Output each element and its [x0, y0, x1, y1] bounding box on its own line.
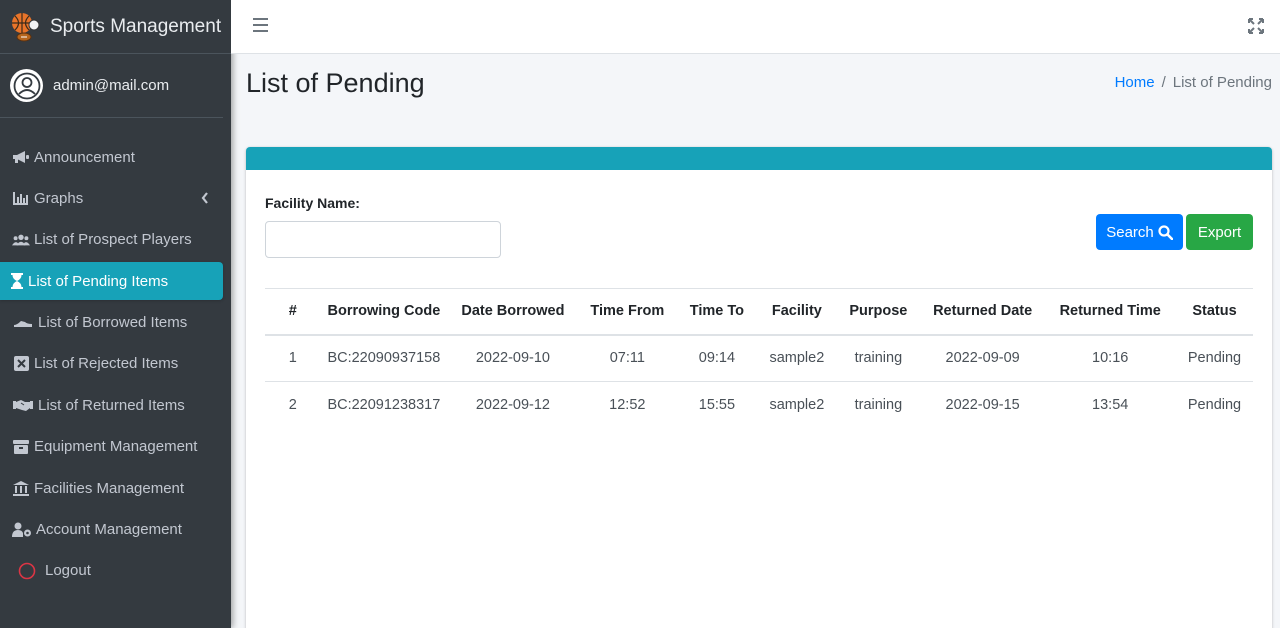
table-cell: 2022-09-09	[920, 334, 1045, 382]
column-header[interactable]: #	[265, 288, 321, 336]
sidebar-item-label: Logout	[45, 562, 91, 580]
table-cell: 1	[265, 334, 321, 382]
table-cell: 15:55	[698, 397, 736, 414]
sidebar-item-label: Equipment Management	[34, 438, 198, 456]
sidebar-item-prospect-players[interactable]: List of Prospect Players	[0, 221, 223, 259]
user-email: admin@mail.com	[53, 77, 170, 94]
table-cell: Pending	[1187, 397, 1242, 414]
column-header[interactable]: Returned Time	[1044, 288, 1176, 336]
sidebar-item-label: Announcement	[34, 148, 135, 166]
table-cell: 2	[288, 397, 297, 414]
facility-name-label: Facility Name:	[265, 195, 360, 211]
hourglass-icon	[10, 273, 24, 290]
sidebar-item-account-management[interactable]: Account Management	[0, 511, 223, 549]
breadcrumb-current: List of Pending	[1172, 74, 1272, 91]
column-header[interactable]: Status	[1176, 288, 1253, 336]
table-cell: training	[835, 334, 921, 382]
sidebar-item-graphs[interactable]: Graphs	[0, 179, 223, 217]
megaphone-icon	[12, 149, 30, 165]
table-cell: 12:52	[609, 397, 646, 414]
x-square-icon	[12, 356, 30, 372]
box-icon	[12, 439, 30, 455]
pending-items-card: Facility Name: Search Export # Borrowing…	[246, 147, 1272, 628]
table-cell: sample2	[769, 397, 825, 414]
table-cell: 13:54	[1092, 397, 1129, 414]
table-cell: sample2	[757, 334, 836, 382]
top-navbar	[231, 0, 1280, 54]
table-cell: 2022-09-12	[475, 397, 550, 414]
sidebar-item-label: Graphs	[34, 189, 84, 207]
column-header[interactable]: Facility	[757, 288, 836, 336]
table-cell: Pending	[1176, 334, 1253, 382]
table-cell: 07:11	[578, 334, 676, 382]
sidebar-item-returned-items[interactable]: List of Returned Items	[0, 386, 223, 424]
fullscreen-icon[interactable]	[1248, 18, 1264, 34]
export-button[interactable]: Export	[1186, 214, 1253, 250]
users-icon	[12, 232, 30, 248]
column-header[interactable]: Returned Date	[920, 288, 1045, 336]
table-row[interactable]: 1 BC:22090937158 2022-09-10 07:11 09:14 …	[265, 334, 1253, 382]
column-header[interactable]: Borrowing Code	[320, 288, 448, 336]
sports-logo-icon	[12, 12, 40, 41]
sidebar-item-equipment-management[interactable]: Equipment Management	[0, 428, 223, 466]
sidebar-item-label: List of Pending Items	[28, 272, 169, 290]
table-cell: 10:16	[1044, 334, 1176, 382]
sidebar-item-pending-items[interactable]: List of Pending Items	[0, 262, 223, 301]
table-cell: 09:14	[675, 334, 758, 382]
table-header-row: # Borrowing Code Date Borrowed Time From…	[265, 288, 1253, 336]
user-cog-icon	[12, 522, 32, 538]
table-cell: BC:22090937158	[320, 334, 448, 382]
sidebar-item-label: List of Returned Items	[38, 396, 185, 414]
breadcrumb: Home / List of Pending	[1115, 74, 1272, 91]
table-row[interactable]: 2 BC:22091238317 2022-09-12 12:52 15:55 …	[265, 382, 1253, 429]
table-cell: BC:22091238317	[327, 397, 441, 414]
brand[interactable]: Sports Management	[0, 0, 231, 54]
sidebar-nav: Announcement Graphs List of Prospect Pla…	[0, 118, 231, 590]
facility-name-input[interactable]	[265, 221, 501, 258]
sidebar-item-rejected-items[interactable]: List of Rejected Items	[0, 345, 223, 383]
sidebar-item-label: Account Management	[36, 521, 182, 539]
column-header[interactable]: Purpose	[835, 288, 921, 336]
circle-icon	[18, 562, 36, 580]
search-button[interactable]: Search	[1096, 214, 1183, 250]
handshake-icon	[12, 397, 34, 413]
search-button-label: Search	[1106, 223, 1154, 241]
sidebar-item-announcement[interactable]: Announcement	[0, 138, 223, 176]
table-cell: 2022-09-15	[945, 397, 1020, 414]
sidebar-item-label: List of Borrowed Items	[38, 314, 188, 332]
card-header	[246, 147, 1272, 170]
user-panel[interactable]: admin@mail.com	[0, 54, 223, 118]
column-header[interactable]: Date Borrowed	[447, 288, 579, 336]
app-title: Sports Management	[50, 15, 222, 37]
sidebar-item-logout[interactable]: Logout	[0, 552, 223, 590]
avatar	[10, 69, 43, 102]
table-cell: 2022-09-10	[447, 334, 579, 382]
sidebar: Sports Management admin@mail.com Announc…	[0, 0, 231, 628]
menu-toggle-icon[interactable]	[253, 18, 268, 32]
chart-icon	[12, 190, 30, 206]
table-cell: training	[854, 397, 903, 414]
user-icon	[13, 72, 40, 99]
sidebar-item-label: List of Rejected Items	[34, 355, 179, 373]
search-icon	[1158, 224, 1173, 240]
breadcrumb-home-link[interactable]: Home	[1115, 74, 1155, 91]
column-header[interactable]: Time From	[578, 288, 676, 336]
page-title: List of Pending	[246, 68, 425, 98]
chevron-left-icon	[201, 192, 208, 205]
sidebar-item-borrowed-items[interactable]: List of Borrowed Items	[0, 304, 223, 342]
sidebar-item-label: Facilities Management	[34, 479, 185, 497]
sidebar-item-facilities-management[interactable]: Facilities Management	[0, 469, 223, 507]
breadcrumb-separator: /	[1161, 74, 1166, 91]
shoe-icon	[12, 315, 34, 331]
pending-items-table: # Borrowing Code Date Borrowed Time From…	[265, 288, 1253, 429]
building-icon	[12, 480, 30, 496]
column-header[interactable]: Time To	[675, 288, 758, 336]
sidebar-item-label: List of Prospect Players	[34, 231, 192, 249]
